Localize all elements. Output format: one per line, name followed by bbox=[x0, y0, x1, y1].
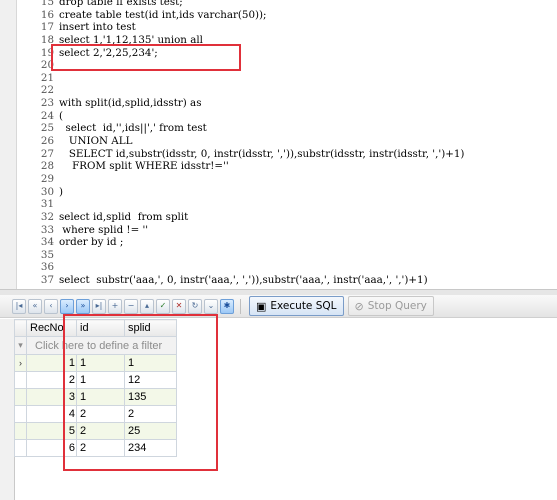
code-text: where splid != '' bbox=[59, 223, 149, 236]
stop-query-button[interactable]: ⊘ Stop Query bbox=[347, 296, 434, 316]
line-number: 30 bbox=[40, 185, 54, 198]
code-text: with split(id,splid,idsstr) as bbox=[59, 97, 202, 110]
delete-icon[interactable]: − bbox=[124, 298, 138, 314]
code-line[interactable]: 26 UNION ALL bbox=[18, 135, 464, 148]
code-line[interactable]: 35 bbox=[18, 249, 464, 262]
line-number: 29 bbox=[40, 172, 54, 185]
code-text: drop table if exists test; bbox=[59, 0, 183, 8]
line-number: 20 bbox=[40, 59, 54, 72]
line-number: 37 bbox=[40, 274, 54, 287]
code-text: FROM split WHERE idsstr!='' bbox=[59, 160, 229, 173]
insert-icon[interactable]: + bbox=[108, 298, 122, 314]
next-icon[interactable]: › bbox=[60, 298, 74, 314]
code-text: order by id ; bbox=[59, 236, 124, 249]
line-number: 23 bbox=[40, 97, 54, 110]
line-number: 27 bbox=[40, 147, 54, 160]
code-text: SELECT id,substr(idsstr, 0, instr(idsstr… bbox=[59, 147, 465, 160]
code-line[interactable]: 27 SELECT id,substr(idsstr, 0, instr(ids… bbox=[18, 147, 465, 161]
grid-left-panel bbox=[0, 319, 15, 500]
row-indicator bbox=[14, 388, 27, 406]
code-text: select substr('aaa,', 0, instr('aaa,', '… bbox=[59, 274, 428, 287]
goto-icon[interactable]: ✱ bbox=[220, 298, 234, 314]
line-number: 33 bbox=[40, 223, 54, 236]
line-number: 26 bbox=[40, 135, 54, 148]
next-page-icon[interactable]: » bbox=[76, 298, 90, 314]
line-number: 17 bbox=[40, 21, 54, 34]
code-line[interactable]: 31 bbox=[18, 198, 464, 211]
line-number: 19 bbox=[40, 46, 54, 59]
code-line[interactable]: 34 order by id ; bbox=[18, 236, 464, 249]
line-number: 35 bbox=[40, 248, 54, 261]
code-line[interactable]: 33 where splid != '' bbox=[18, 224, 464, 237]
indicator-header bbox=[14, 319, 27, 337]
row-indicator bbox=[14, 371, 27, 389]
code-line[interactable]: 22 bbox=[18, 84, 464, 97]
code-text: select id,splid from split bbox=[59, 210, 189, 223]
code-line[interactable]: 36 bbox=[18, 261, 464, 274]
line-number: 16 bbox=[40, 8, 54, 21]
line-number: 18 bbox=[40, 33, 54, 46]
line-number: 22 bbox=[40, 84, 54, 97]
code-line[interactable]: 23 with split(id,splid,idsstr) as bbox=[18, 97, 464, 110]
execute-sql-button[interactable]: ▣ Execute SQL bbox=[249, 296, 344, 316]
cancel-icon[interactable]: ✕ bbox=[172, 298, 186, 314]
line-number: 34 bbox=[40, 236, 54, 249]
execute-sql-label: Execute SQL bbox=[270, 300, 337, 312]
stop-icon: ⊘ bbox=[354, 299, 364, 313]
code-line[interactable]: 16 create table test(id int,ids varchar(5… bbox=[18, 9, 464, 22]
code-line[interactable]: 24 ( bbox=[18, 110, 464, 123]
code-text: insert into test bbox=[59, 21, 136, 34]
post-icon[interactable]: ✓ bbox=[156, 298, 170, 314]
code-line[interactable]: 25 select id,'',ids||',' from test bbox=[18, 122, 464, 135]
code-text: UNION ALL bbox=[59, 135, 133, 148]
code-line[interactable]: 29 bbox=[18, 173, 464, 186]
code-line[interactable]: 21 bbox=[18, 72, 464, 85]
code-text: select id,'',ids||',' from test bbox=[59, 122, 207, 135]
code-text: ) bbox=[59, 185, 64, 198]
line-number: 24 bbox=[40, 109, 54, 122]
current-row-icon: › bbox=[14, 354, 27, 372]
row-indicator bbox=[14, 439, 27, 457]
line-number: 32 bbox=[40, 210, 54, 223]
code-line[interactable]: 32 select id,splid from split bbox=[18, 211, 464, 224]
code-line[interactable]: 37 select substr('aaa,', 0, instr('aaa,',… bbox=[18, 274, 464, 287]
line-number: 36 bbox=[40, 261, 54, 274]
prev-icon[interactable]: ‹ bbox=[44, 298, 58, 314]
toolbar-separator bbox=[240, 298, 241, 314]
row-indicator bbox=[14, 422, 27, 440]
edit-icon[interactable]: ▴ bbox=[140, 298, 154, 314]
editor-gutter bbox=[0, 0, 17, 289]
stop-query-label: Stop Query bbox=[367, 300, 427, 312]
code-line[interactable]: 30) bbox=[18, 186, 464, 199]
execute-icon: ▣ bbox=[256, 299, 267, 313]
first-icon[interactable]: |◂ bbox=[12, 298, 26, 314]
prev-page-icon[interactable]: « bbox=[28, 298, 42, 314]
code-lines: 15 drop table if exists test; 16 create tab… bbox=[18, 0, 465, 287]
code-line[interactable]: 17 insert into test bbox=[18, 21, 464, 34]
code-line[interactable]: 28 FROM split WHERE idsstr!='' bbox=[18, 160, 464, 173]
highlight-box-results bbox=[63, 314, 218, 471]
refresh-icon[interactable]: ↻ bbox=[188, 298, 202, 314]
row-indicator bbox=[14, 405, 27, 423]
code-line[interactable]: 15 drop table if exists test; bbox=[18, 0, 464, 9]
last-icon[interactable]: ▸| bbox=[92, 298, 106, 314]
highlight-box-insert-values bbox=[51, 44, 241, 71]
bookmark-icon[interactable]: ⌄ bbox=[204, 298, 218, 314]
code-text: create table test(id int,ids varchar(50)… bbox=[59, 8, 267, 21]
line-number: 15 bbox=[40, 0, 54, 8]
line-number: 31 bbox=[40, 198, 54, 211]
line-number: 21 bbox=[40, 71, 54, 84]
line-number: 28 bbox=[40, 160, 54, 173]
filter-icon: ▾ bbox=[14, 336, 27, 355]
line-number: 25 bbox=[40, 122, 54, 135]
code-text: ( bbox=[59, 109, 64, 122]
